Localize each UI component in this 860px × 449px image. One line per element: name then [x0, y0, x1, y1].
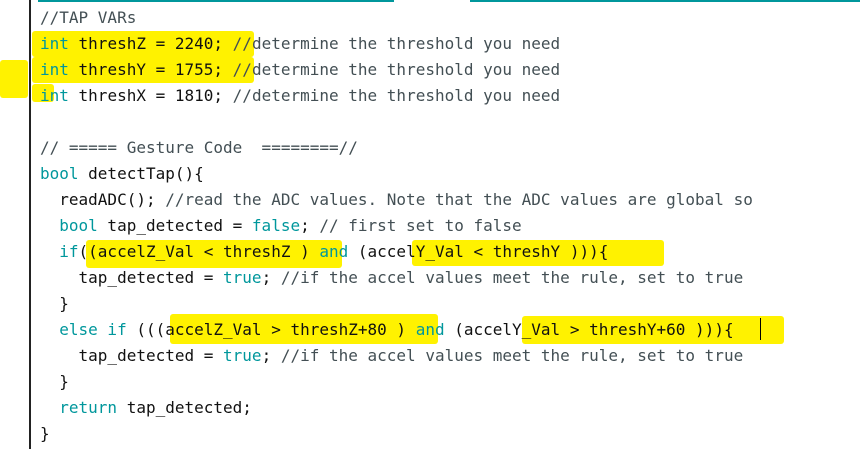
- code-keyword: bool: [59, 216, 98, 235]
- code-keyword: bool: [40, 164, 79, 183]
- code-line[interactable]: tap_detected = true; //if the accel valu…: [40, 343, 753, 369]
- code-keyword: return: [59, 398, 118, 417]
- code-token: tap_detected =: [40, 268, 224, 287]
- code-token: threshZ = 2240;: [68, 34, 233, 53]
- code-comment: //if the accel values meet the rule, set…: [280, 268, 744, 287]
- code-keyword: int: [40, 86, 69, 105]
- code-line[interactable]: return tap_detected;: [40, 395, 753, 421]
- code-token: (accelY_Val > threshY+60 ))){: [444, 320, 734, 339]
- code-keyword: true: [223, 346, 262, 365]
- code-line[interactable]: // ===== Gesture Code ========//: [40, 135, 753, 161]
- tab-strip: [0, 0, 860, 2]
- code-comment: // first set to false: [319, 216, 522, 235]
- code-comment: //TAP VARs: [40, 8, 137, 27]
- code-keyword: int: [40, 60, 69, 79]
- code-token: }: [40, 424, 50, 443]
- code-token: ;: [261, 346, 281, 365]
- code-line[interactable]: bool detectTap(){: [40, 161, 753, 187]
- code-comment: //determine the threshold you need: [232, 60, 561, 79]
- code-token: (((accelZ_Val > threshZ+80 ): [126, 320, 416, 339]
- code-token: ;: [261, 268, 281, 287]
- code-keyword: false: [251, 216, 301, 235]
- code-keyword: int: [40, 34, 69, 53]
- code-line[interactable]: else if (((accelZ_Val > threshZ+80 ) and…: [40, 317, 753, 343]
- code-line[interactable]: }: [40, 369, 753, 395]
- code-token: threshX = 1810;: [68, 86, 233, 105]
- code-line[interactable]: }: [40, 291, 753, 317]
- code-line[interactable]: if((accelZ_Val < threshZ ) and (accelY_V…: [40, 239, 753, 265]
- code-line[interactable]: int threshX = 1810; //determine the thre…: [40, 83, 753, 109]
- code-line[interactable]: }: [40, 421, 753, 447]
- code-line[interactable]: [40, 109, 753, 135]
- code-comment: //determine the threshold you need: [232, 86, 561, 105]
- code-token: readADC();: [40, 190, 166, 209]
- tab-indicator[interactable]: [470, 0, 860, 2]
- code-line[interactable]: int threshZ = 2240; //determine the thre…: [40, 31, 753, 57]
- code-token: threshY = 1755;: [68, 60, 233, 79]
- code-token: }: [40, 294, 69, 313]
- code-line[interactable]: //TAP VARs: [40, 5, 753, 31]
- code-keyword: else if: [59, 320, 127, 339]
- code-token: detectTap(){: [78, 164, 204, 183]
- code-line[interactable]: readADC(); //read the ADC values. Note t…: [40, 187, 753, 213]
- code-text[interactable]: //TAP VARs int threshZ = 2240; //determin…: [40, 5, 753, 447]
- code-keyword: and: [415, 320, 445, 339]
- code-token: ((accelZ_Val < threshZ ): [78, 242, 320, 261]
- highlight-stroke: [0, 60, 28, 98]
- gutter-divider: [29, 0, 31, 449]
- code-comment: // ===== Gesture Code ========//: [40, 138, 358, 157]
- code-token: (accelY_Val < threshY ))){: [348, 242, 609, 261]
- code-editor[interactable]: //TAP VARs int threshZ = 2240; //determin…: [0, 0, 860, 449]
- code-line[interactable]: tap_detected = true; //if the accel valu…: [40, 265, 753, 291]
- code-keyword: true: [223, 268, 262, 287]
- code-keyword: and: [319, 242, 349, 261]
- code-comment: //read the ADC values. Note that the ADC…: [165, 190, 753, 209]
- text-cursor: [760, 318, 761, 340]
- code-keyword: if: [59, 242, 79, 261]
- code-comment: //if the accel values meet the rule, set…: [280, 346, 744, 365]
- code-token: ;: [300, 216, 320, 235]
- code-line[interactable]: int threshY = 1755; //determine the thre…: [40, 57, 753, 83]
- code-token: }: [40, 372, 69, 391]
- code-line[interactable]: bool tap_detected = false; // first set …: [40, 213, 753, 239]
- code-token: tap_detected =: [40, 346, 224, 365]
- code-token: tap_detected =: [97, 216, 252, 235]
- code-token: tap_detected;: [117, 398, 252, 417]
- tab-indicator[interactable]: [38, 0, 394, 2]
- code-comment: //determine the threshold you need: [232, 34, 561, 53]
